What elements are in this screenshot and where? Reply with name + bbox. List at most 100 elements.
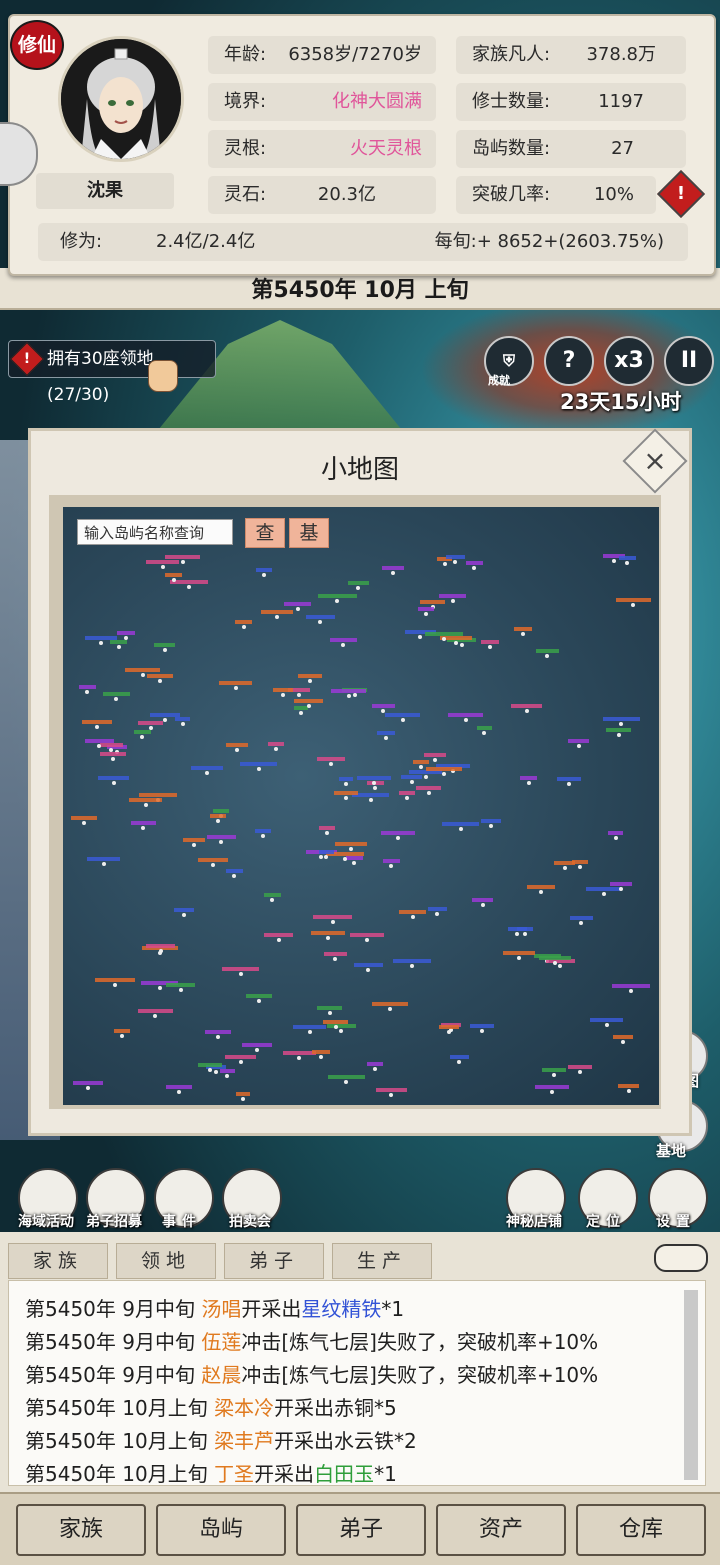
island-marker[interactable] — [371, 703, 395, 713]
nav-warehouse[interactable]: 仓库 — [576, 1504, 706, 1556]
island-marker[interactable] — [356, 776, 392, 786]
island-marker[interactable] — [110, 640, 127, 650]
chat-toggle-icon[interactable] — [654, 1244, 708, 1272]
island-marker[interactable] — [87, 857, 120, 867]
island-marker[interactable] — [448, 712, 484, 722]
island-marker[interactable] — [183, 837, 206, 847]
island-marker[interactable] — [366, 1062, 384, 1072]
territory-notice[interactable]: ! 拥有30座领地(27/30) — [8, 340, 216, 405]
island-marker[interactable] — [538, 956, 571, 966]
island-marker[interactable] — [116, 630, 135, 640]
character-avatar[interactable] — [58, 36, 184, 162]
island-marker[interactable] — [349, 932, 385, 942]
island-marker[interactable] — [235, 1092, 251, 1102]
island-marker[interactable] — [567, 1064, 592, 1074]
island-marker[interactable] — [95, 978, 135, 988]
island-marker[interactable] — [165, 573, 182, 583]
island-marker[interactable] — [317, 756, 346, 766]
island-marker[interactable] — [503, 950, 536, 960]
island-marker[interactable] — [297, 673, 322, 683]
island-marker[interactable] — [608, 830, 624, 840]
island-marker[interactable] — [527, 884, 556, 894]
island-marker[interactable] — [130, 821, 156, 831]
island-marker[interactable] — [602, 716, 640, 726]
nav-disciples[interactable]: 弟子 — [296, 1504, 426, 1556]
tab-territory[interactable]: 领地 — [116, 1243, 216, 1279]
pause-button[interactable]: II — [664, 336, 714, 386]
island-marker[interactable] — [541, 1068, 567, 1078]
island-marker[interactable] — [381, 831, 416, 841]
island-marker[interactable] — [128, 797, 163, 807]
island-marker[interactable] — [78, 685, 96, 695]
island-marker[interactable] — [191, 765, 224, 775]
island-marker[interactable] — [553, 860, 576, 870]
island-marker[interactable] — [256, 567, 272, 577]
island-marker[interactable] — [376, 1087, 407, 1097]
island-marker[interactable] — [316, 1005, 343, 1015]
island-marker[interactable] — [450, 1054, 469, 1064]
island-marker[interactable] — [97, 775, 130, 785]
nav-family[interactable]: 家族 — [16, 1504, 146, 1556]
island-marker[interactable] — [209, 813, 226, 823]
log-scrollbar[interactable] — [684, 1290, 698, 1480]
island-marker[interactable] — [382, 859, 400, 869]
island-marker[interactable] — [99, 752, 127, 762]
tab-family[interactable]: 家族 — [8, 1243, 108, 1279]
island-marker[interactable] — [481, 818, 502, 828]
island-marker[interactable] — [319, 849, 334, 859]
island-marker[interactable] — [242, 1043, 272, 1053]
speed-button[interactable]: x3 — [604, 336, 654, 386]
island-marker[interactable] — [254, 828, 271, 838]
island-marker[interactable] — [424, 753, 446, 763]
island-marker[interactable] — [311, 1050, 330, 1060]
island-marker[interactable] — [166, 982, 196, 992]
island-marker[interactable] — [476, 725, 492, 735]
island-marker[interactable] — [293, 1025, 326, 1035]
island-marker[interactable] — [511, 703, 543, 713]
island-marker[interactable] — [166, 1085, 192, 1095]
island-marker[interactable] — [319, 826, 336, 836]
island-marker[interactable] — [352, 792, 390, 802]
island-marker[interactable] — [516, 926, 534, 936]
island-marker[interactable] — [114, 1028, 131, 1038]
island-marker[interactable] — [81, 720, 112, 730]
island-marker[interactable] — [145, 559, 180, 569]
island-marker[interactable] — [313, 915, 353, 925]
base-button[interactable]: 基 — [289, 518, 329, 548]
island-marker[interactable] — [102, 691, 130, 701]
island-marker[interactable] — [146, 943, 176, 953]
island-marker[interactable] — [441, 822, 480, 832]
nav-assets[interactable]: 资产 — [436, 1504, 566, 1556]
island-marker[interactable] — [439, 1024, 459, 1034]
island-marker[interactable] — [293, 699, 324, 709]
island-marker[interactable] — [568, 739, 589, 749]
island-marker[interactable] — [323, 951, 347, 961]
island-marker[interactable] — [425, 632, 463, 642]
island-marker[interactable] — [445, 554, 465, 564]
island-marker[interactable] — [305, 615, 335, 625]
island-marker[interactable] — [535, 649, 559, 659]
tab-production[interactable]: 生产 — [332, 1243, 432, 1279]
island-marker[interactable] — [415, 786, 442, 795]
island-marker[interactable] — [322, 1019, 349, 1029]
island-marker[interactable] — [613, 1035, 634, 1045]
island-marker[interactable] — [611, 984, 651, 994]
island-marker[interactable] — [334, 842, 367, 852]
island-marker[interactable] — [377, 731, 396, 741]
island-marker[interactable] — [472, 898, 494, 908]
island-marker[interactable] — [206, 834, 236, 844]
island-marker[interactable] — [427, 906, 447, 916]
island-marker[interactable] — [225, 1055, 256, 1065]
island-marker[interactable] — [317, 593, 357, 603]
island-marker[interactable] — [71, 816, 97, 826]
nav-islands[interactable]: 岛屿 — [156, 1504, 286, 1556]
island-marker[interactable] — [590, 1017, 624, 1027]
island-marker[interactable] — [569, 915, 594, 925]
island-marker[interactable] — [225, 869, 244, 879]
island-marker[interactable] — [399, 791, 416, 801]
island-marker[interactable] — [338, 776, 353, 786]
island-marker[interactable] — [399, 909, 427, 919]
island-marker[interactable] — [134, 730, 151, 740]
island-marker[interactable] — [137, 1009, 173, 1019]
island-marker[interactable] — [615, 597, 652, 607]
